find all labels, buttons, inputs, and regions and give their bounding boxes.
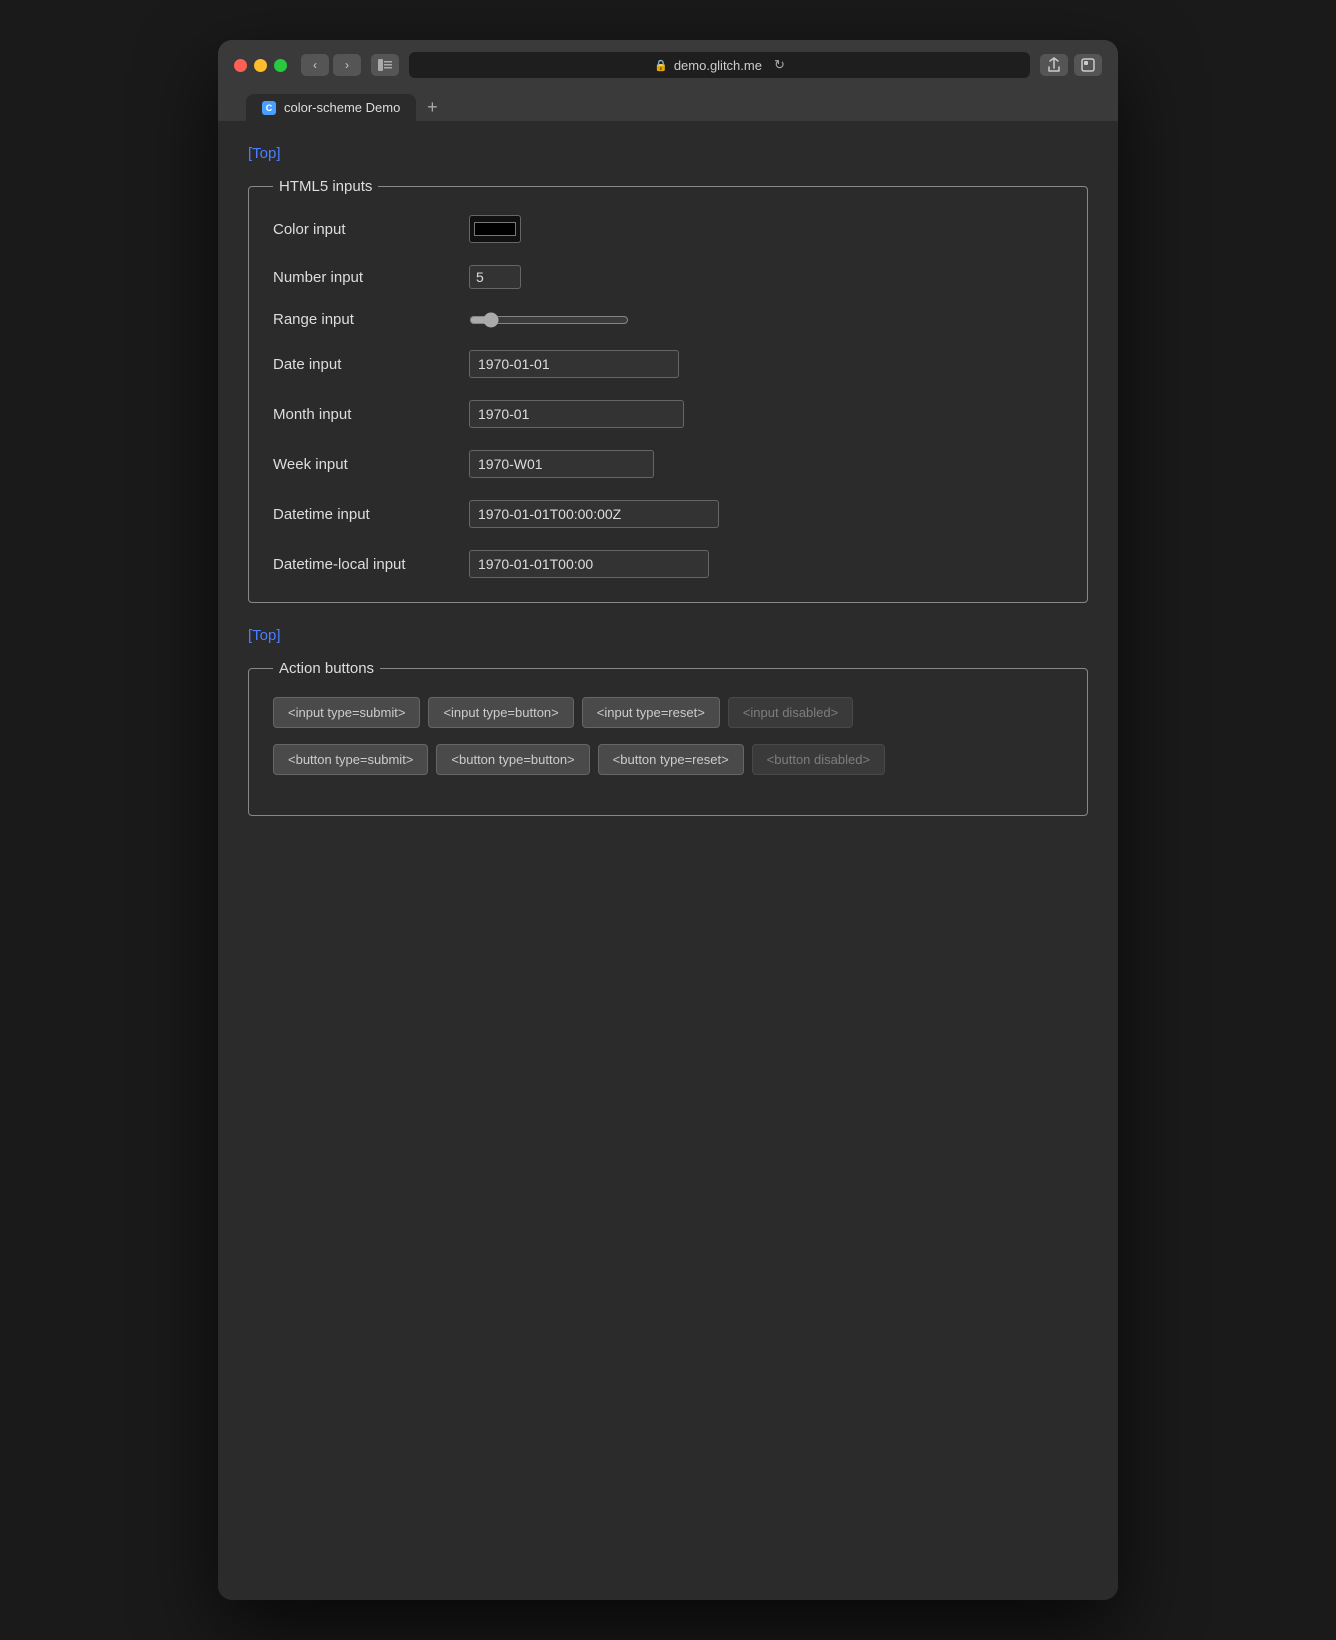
forward-button[interactable]: › bbox=[333, 54, 361, 76]
input-submit-button[interactable]: <input type=submit> bbox=[273, 697, 420, 728]
date-input[interactable] bbox=[469, 350, 679, 378]
range-row: Range input bbox=[273, 311, 1063, 328]
datetime-label: Datetime input bbox=[273, 506, 453, 523]
color-row: Color input bbox=[273, 215, 1063, 243]
button-disabled-button: <button disabled> bbox=[752, 744, 885, 775]
title-bar: ‹ › 🔒 demo.glitch.me ↻ bbox=[218, 40, 1118, 121]
traffic-lights bbox=[234, 59, 287, 72]
range-input[interactable] bbox=[469, 312, 629, 328]
nav-buttons: ‹ › bbox=[301, 54, 361, 76]
new-tab-button[interactable]: + bbox=[420, 96, 444, 120]
reload-button[interactable]: ↻ bbox=[774, 57, 785, 73]
action-buttons-section: Action buttons <input type=submit> <inpu… bbox=[248, 660, 1088, 816]
top-link-2[interactable]: [Top] bbox=[248, 627, 281, 644]
page-content: [Top] HTML5 inputs Color input Number in… bbox=[218, 121, 1118, 1600]
address-bar[interactable]: 🔒 demo.glitch.me ↻ bbox=[409, 52, 1030, 78]
button-submit-button[interactable]: <button type=submit> bbox=[273, 744, 428, 775]
url-text: demo.glitch.me bbox=[674, 58, 762, 73]
maximize-button[interactable] bbox=[274, 59, 287, 72]
week-row: Week input bbox=[273, 450, 1063, 478]
close-button[interactable] bbox=[234, 59, 247, 72]
html5-inputs-section: HTML5 inputs Color input Number input Ra… bbox=[248, 178, 1088, 603]
top-link-1[interactable]: [Top] bbox=[248, 145, 281, 162]
title-bar-top: ‹ › 🔒 demo.glitch.me ↻ bbox=[234, 52, 1102, 78]
input-disabled-button: <input disabled> bbox=[728, 697, 853, 728]
number-row: Number input bbox=[273, 265, 1063, 289]
tab-bar: C color-scheme Demo + bbox=[234, 88, 1102, 121]
minimize-button[interactable] bbox=[254, 59, 267, 72]
number-input[interactable] bbox=[469, 265, 521, 289]
number-label: Number input bbox=[273, 269, 453, 286]
week-label: Week input bbox=[273, 456, 453, 473]
button-button-group: <button type=submit> <button type=button… bbox=[273, 744, 1063, 775]
datetime-local-row: Datetime-local input bbox=[273, 550, 1063, 578]
html5-section-legend: HTML5 inputs bbox=[273, 178, 378, 195]
color-label: Color input bbox=[273, 221, 453, 238]
date-label: Date input bbox=[273, 356, 453, 373]
tabs-button[interactable] bbox=[1074, 54, 1102, 76]
button-button-button[interactable]: <button type=button> bbox=[436, 744, 589, 775]
date-row: Date input bbox=[273, 350, 1063, 378]
month-row: Month input bbox=[273, 400, 1063, 428]
sidebar-button[interactable] bbox=[371, 54, 399, 76]
browser-window: ‹ › 🔒 demo.glitch.me ↻ bbox=[218, 40, 1118, 1600]
datetime-input[interactable] bbox=[469, 500, 719, 528]
datetime-row: Datetime input bbox=[273, 500, 1063, 528]
range-label: Range input bbox=[273, 311, 453, 328]
datetime-local-input[interactable] bbox=[469, 550, 709, 578]
month-label: Month input bbox=[273, 406, 453, 423]
range-container bbox=[469, 312, 629, 328]
input-button-group: <input type=submit> <input type=button> … bbox=[273, 697, 1063, 728]
action-section-legend: Action buttons bbox=[273, 660, 380, 677]
week-input[interactable] bbox=[469, 450, 654, 478]
lock-icon: 🔒 bbox=[654, 59, 668, 72]
datetime-local-label: Datetime-local input bbox=[273, 556, 453, 573]
input-reset-button[interactable]: <input type=reset> bbox=[582, 697, 720, 728]
button-reset-button[interactable]: <button type=reset> bbox=[598, 744, 744, 775]
toolbar-right bbox=[1040, 54, 1102, 76]
input-button-button[interactable]: <input type=button> bbox=[428, 697, 573, 728]
active-tab[interactable]: C color-scheme Demo bbox=[246, 94, 416, 121]
color-input[interactable] bbox=[469, 215, 521, 243]
tab-title: color-scheme Demo bbox=[284, 100, 400, 115]
share-button[interactable] bbox=[1040, 54, 1068, 76]
tab-favicon: C bbox=[262, 101, 276, 115]
back-button[interactable]: ‹ bbox=[301, 54, 329, 76]
month-input[interactable] bbox=[469, 400, 684, 428]
